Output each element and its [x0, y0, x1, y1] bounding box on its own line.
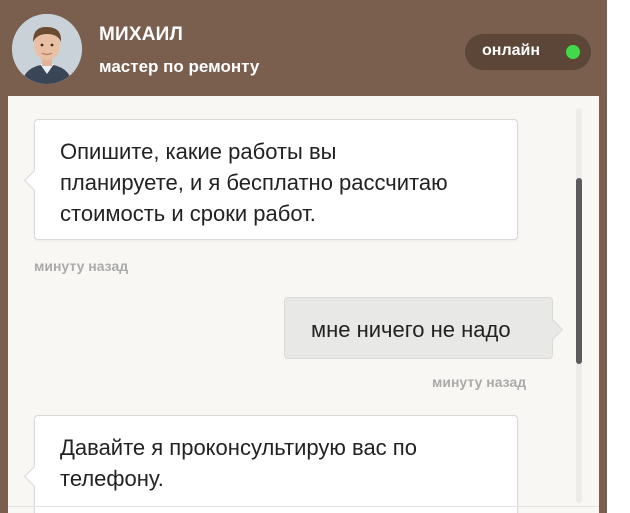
status-badge: онлайн [465, 34, 591, 70]
scrollbar-thumb[interactable] [576, 178, 582, 364]
online-indicator-icon [566, 45, 580, 59]
divider [8, 506, 599, 507]
message-line: стоимость и сроки работ. [60, 201, 316, 226]
message-list[interactable]: Опишите, какие работы вы планируете, и я… [8, 96, 599, 513]
agent-role: мастер по ремонту [99, 57, 260, 76]
incoming-message: Опишите, какие работы вы планируете, и я… [23, 119, 518, 240]
chat-widget: МИХАИЛ мастер по ремонту онлайн Опишите,… [0, 0, 607, 513]
message-line: Опишите, какие работы вы [60, 139, 337, 164]
outgoing-message: мне ничего не надо [284, 297, 564, 359]
agent-name: МИХАИЛ [99, 24, 184, 45]
scrollbar[interactable] [576, 108, 582, 503]
agent-photo [12, 14, 82, 84]
message-timestamp: минуту назад [34, 258, 129, 274]
status-label: онлайн [482, 42, 540, 59]
bubble-tail [23, 169, 46, 192]
avatar [12, 14, 82, 84]
message-line: телефону. [60, 466, 164, 491]
bubble-tail [541, 318, 564, 341]
message-timestamp: минуту назад [432, 374, 527, 390]
message-line: Давайте я проконсультирую вас по [60, 435, 417, 460]
message-line: мне ничего не надо [311, 317, 511, 342]
message-line: планируете, и я бесплатно рассчитаю [60, 170, 448, 195]
incoming-message: Давайте я проконсультирую вас по телефон… [23, 415, 518, 513]
chat-header: МИХАИЛ мастер по ремонту онлайн [0, 0, 607, 96]
bubble-tail [23, 465, 46, 488]
